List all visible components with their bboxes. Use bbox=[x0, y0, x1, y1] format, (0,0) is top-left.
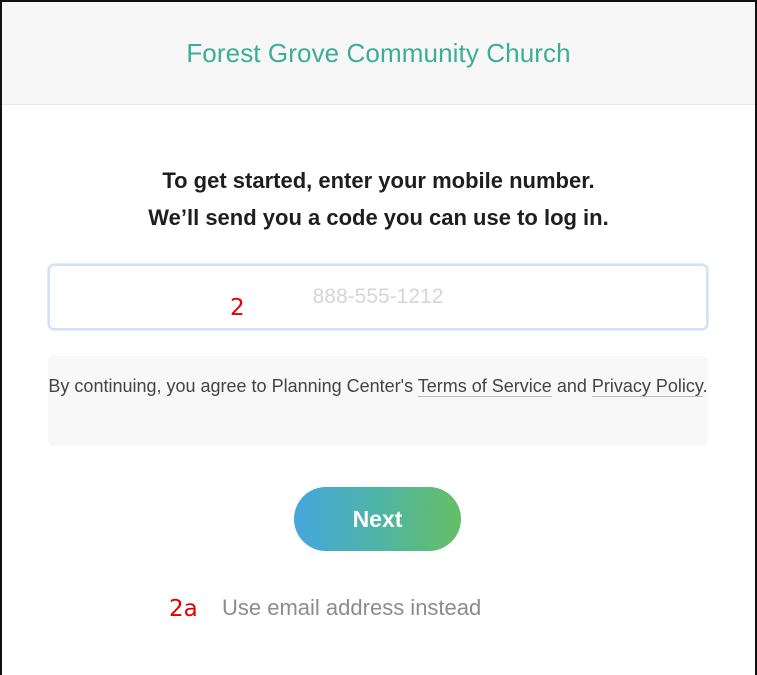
privacy-policy-link[interactable]: Privacy Policy bbox=[591, 376, 703, 397]
church-name: Forest Grove Community Church bbox=[186, 37, 571, 68]
terms-of-service-link[interactable]: Terms of Service bbox=[417, 376, 552, 397]
phone-input[interactable] bbox=[50, 266, 706, 328]
header: Forest Grove Community Church bbox=[2, 2, 755, 105]
login-card: Forest Grove Community Church To get sta… bbox=[0, 0, 757, 675]
annotation-marker-phone: 2 bbox=[230, 295, 245, 321]
next-button[interactable]: Next bbox=[294, 487, 461, 551]
terms-middle: and bbox=[551, 376, 592, 396]
phone-field[interactable] bbox=[48, 264, 708, 330]
annotation-marker-email: 2a bbox=[169, 596, 198, 622]
instructions-line-1: To get started, enter your mobile number… bbox=[162, 168, 595, 193]
terms-notice: By continuing, you agree to Planning Cen… bbox=[48, 356, 708, 446]
use-email-link[interactable]: Use email address instead bbox=[222, 595, 481, 621]
instructions-line-2: We’ll send you a code you can use to log… bbox=[148, 205, 609, 230]
instructions: To get started, enter your mobile number… bbox=[2, 162, 755, 236]
terms-suffix: . bbox=[702, 376, 708, 396]
terms-prefix: By continuing, you agree to Planning Cen… bbox=[48, 376, 418, 396]
